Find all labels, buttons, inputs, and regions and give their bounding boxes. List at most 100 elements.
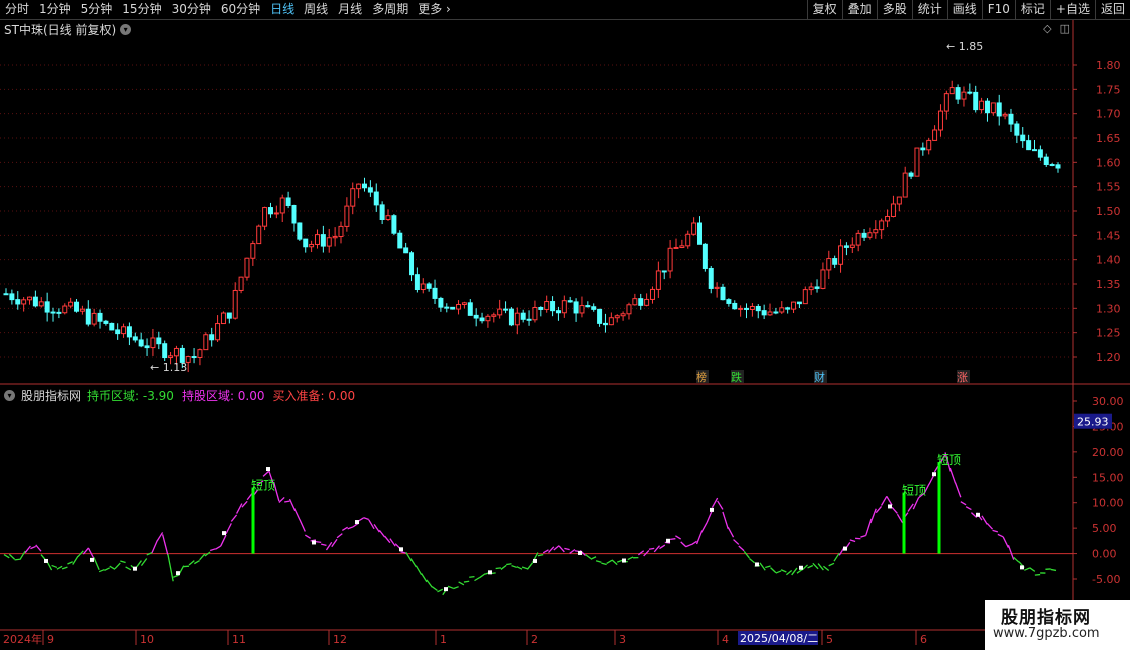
candle-body <box>244 257 250 278</box>
candle-body <box>550 301 556 312</box>
indicator-segment <box>156 532 164 542</box>
candle-body <box>832 258 838 265</box>
month-label: 10 <box>140 633 154 646</box>
indicator-segment <box>711 497 719 508</box>
candle-body <box>1020 134 1026 142</box>
indicator-segment <box>347 526 354 530</box>
candle-body <box>602 322 608 326</box>
indicator-segment <box>548 546 555 554</box>
candle-body <box>867 232 873 238</box>
indicator-segment <box>288 498 296 512</box>
candle-body <box>655 270 661 290</box>
candle-body <box>732 302 738 310</box>
candle-body <box>491 314 497 317</box>
candle-body <box>309 243 315 248</box>
candle-body <box>456 304 462 310</box>
indicator-segment <box>785 570 793 576</box>
candle-body <box>696 222 702 245</box>
candle-body <box>826 258 832 271</box>
indicator-segment <box>817 563 824 571</box>
kline-chart[interactable]: 1.80 1.75 1.70 1.65 1.60 1.55 1.50 1.45 1.40 1.35… <box>0 0 1130 650</box>
candle-body <box>937 110 943 131</box>
indicator-segment <box>93 557 100 570</box>
price-label: 1.60 <box>1096 156 1121 169</box>
indicator-marker <box>90 557 94 562</box>
indicator-segment <box>120 560 126 564</box>
current-value-label: 25.93 <box>1077 416 1109 429</box>
month-label: 2 <box>531 633 538 646</box>
candle-body <box>285 197 291 206</box>
candle-body <box>814 286 820 289</box>
price-label: 1.20 <box>1096 351 1121 364</box>
indicator-segment <box>35 544 42 552</box>
event-tag: 榜 <box>696 370 707 384</box>
indicator-segment <box>495 567 501 570</box>
candle-body <box>156 337 162 345</box>
month-label: 6 <box>920 633 927 646</box>
signal-label: 短顶 <box>937 453 961 467</box>
event-tag: 财 <box>814 370 825 384</box>
price-label: 1.65 <box>1096 132 1121 145</box>
low-price-label: ← 1.13 <box>150 361 187 374</box>
candle-body <box>626 304 632 315</box>
price-label: 1.75 <box>1096 83 1121 96</box>
candle-body <box>362 183 368 189</box>
watermark: 股朋指标网 www.7gpzb.com <box>985 600 1130 650</box>
candle-body <box>984 100 990 114</box>
candle-body <box>538 306 544 310</box>
indicator-segment <box>986 523 994 530</box>
indicator-segment <box>564 547 570 551</box>
indicator-marker <box>666 538 670 543</box>
candle-body <box>203 334 209 351</box>
indicator-segment <box>209 548 216 552</box>
indicator-segment <box>981 515 988 525</box>
indicator-segment <box>865 518 872 536</box>
indicator-segment <box>780 569 787 573</box>
candle-body <box>555 310 561 314</box>
candle-body <box>838 245 844 265</box>
indicator-axis-label: 0.00 <box>1092 548 1117 561</box>
cursor-date-label: 2025/04/08/二 <box>740 632 818 645</box>
indicator-segment <box>230 514 238 522</box>
candle-body <box>403 247 409 254</box>
indicator-segment <box>199 553 206 561</box>
candle-body <box>726 299 732 304</box>
candle-body <box>849 244 855 248</box>
price-label: 1.45 <box>1096 229 1121 242</box>
indicator-segment <box>72 555 79 565</box>
indicator-segment <box>569 548 576 554</box>
indicator-axis-label: 10.00 <box>1092 497 1124 510</box>
indicator-segment <box>1024 567 1030 571</box>
candle-body <box>1049 164 1055 167</box>
candle-body <box>1043 156 1049 166</box>
indicator-segment <box>14 558 20 561</box>
candle-body <box>432 287 438 299</box>
indicator-axis-label: 30.00 <box>1092 395 1124 408</box>
candle-body <box>761 310 767 316</box>
candle-body <box>691 222 697 235</box>
candle-body <box>68 301 74 307</box>
indicator-segment <box>511 565 517 569</box>
candle-body <box>326 237 332 247</box>
indicator-segment <box>30 545 36 550</box>
indicator-segment <box>601 562 607 566</box>
candle-body <box>608 317 614 326</box>
candle-body <box>15 299 21 305</box>
candle-body <box>561 300 567 314</box>
indicator-segment <box>151 540 158 553</box>
indicator-segment <box>1050 568 1057 572</box>
candle-body <box>955 87 961 100</box>
indicator-segment <box>717 500 724 510</box>
candle-body <box>738 307 744 310</box>
indicator-marker <box>399 547 403 552</box>
price-label: 1.30 <box>1096 302 1121 315</box>
indicator-segment <box>321 543 327 547</box>
candle-body <box>420 283 426 291</box>
indicator-segment <box>125 566 132 571</box>
candle-body <box>714 286 720 289</box>
indicator-segment <box>833 552 840 562</box>
indicator-segment <box>796 568 803 574</box>
candle-body <box>115 329 121 335</box>
candle-body <box>885 215 891 222</box>
candle-body <box>126 326 132 338</box>
